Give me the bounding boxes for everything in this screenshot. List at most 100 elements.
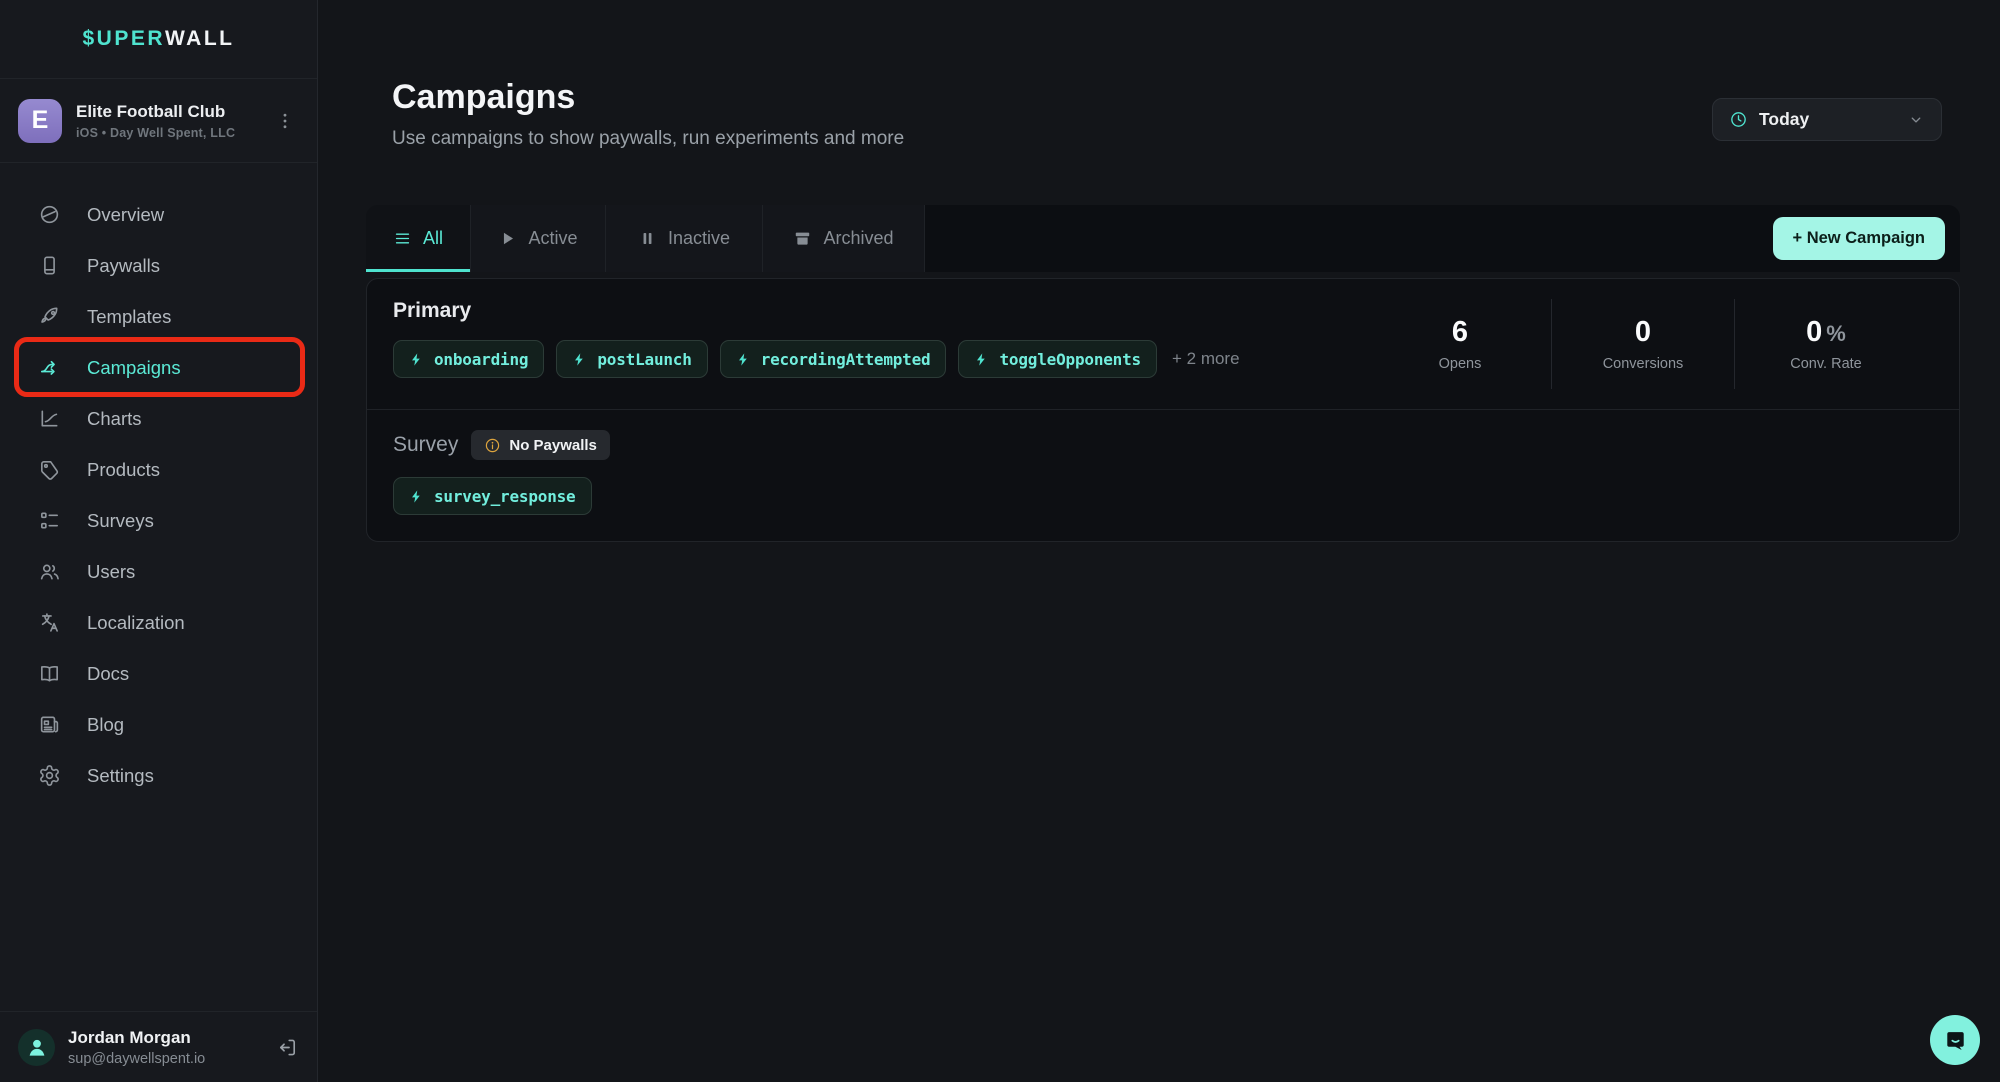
phone-icon — [38, 254, 61, 277]
bolt-icon — [736, 352, 751, 367]
stat-opens: 6 Opens — [1369, 316, 1551, 372]
main-content: Campaigns Use campaigns to show paywalls… — [318, 0, 2000, 1082]
sidebar-item-label: Docs — [87, 663, 129, 685]
campaigns-split-icon — [38, 356, 61, 379]
campaigns-panel: All Active Inactive Archived + New Campa… — [366, 205, 1960, 542]
workspace-name: Elite Football Club — [76, 102, 257, 122]
campaign-row-survey[interactable]: Survey No Paywalls survey_response — [367, 409, 1959, 541]
bolt-icon — [409, 352, 424, 367]
sidebar-item-campaigns[interactable]: Campaigns — [0, 342, 317, 393]
campaign-tags: survey_response — [393, 477, 1933, 515]
tab-all[interactable]: All — [366, 205, 471, 272]
sidebar-item-users[interactable]: Users — [0, 546, 317, 597]
sidebar-item-settings[interactable]: Settings — [0, 750, 317, 801]
sidebar-item-overview[interactable]: Overview — [0, 189, 317, 240]
logo-accent: $UPER — [82, 27, 165, 51]
sidebar-item-label: Surveys — [87, 510, 154, 532]
no-paywalls-badge: No Paywalls — [471, 430, 610, 460]
campaign-list-card: Primary onboarding postLaunch recordingA… — [366, 278, 1960, 542]
tag-icon — [38, 458, 61, 481]
workspace-menu-icon[interactable] — [271, 107, 299, 135]
rocket-icon — [38, 305, 61, 328]
user-email: sup@daywellspent.io — [68, 1051, 263, 1067]
list-icon — [393, 229, 412, 248]
event-tag-label: survey_response — [434, 487, 576, 506]
event-tag: survey_response — [393, 477, 592, 515]
users-icon — [38, 560, 61, 583]
pause-icon — [638, 229, 657, 248]
campaign-row-primary[interactable]: Primary onboarding postLaunch recordingA… — [367, 279, 1959, 409]
chevron-down-icon — [1907, 111, 1925, 129]
chat-icon — [1942, 1027, 1969, 1054]
stat-label: Conv. Rate — [1735, 356, 1917, 372]
overview-icon — [38, 203, 61, 226]
date-range-value: Today — [1759, 109, 1809, 130]
sidebar-item-products[interactable]: Products — [0, 444, 317, 495]
tab-label: All — [423, 228, 443, 249]
campaign-tabs: All Active Inactive Archived + New Campa… — [366, 205, 1960, 272]
event-tag-label: recordingAttempted — [761, 350, 931, 369]
date-range-select[interactable]: Today — [1712, 98, 1942, 141]
stat-conversions: 0 Conversions — [1552, 316, 1734, 372]
gear-icon — [38, 764, 61, 787]
sidebar-item-charts[interactable]: Charts — [0, 393, 317, 444]
campaign-stats: 6 Opens 0 Conversions 0% Conv. Rate — [1369, 299, 1917, 389]
sidebar-item-label: Products — [87, 459, 160, 481]
user-account: Jordan Morgan sup@daywellspent.io — [0, 1011, 317, 1082]
sidebar-item-label: Localization — [87, 612, 185, 634]
tab-label: Archived — [823, 228, 893, 249]
workspace-subtitle: iOS • Day Well Spent, LLC — [76, 126, 257, 140]
bolt-icon — [572, 352, 587, 367]
event-tag-label: postLaunch — [597, 350, 691, 369]
sidebar-item-localization[interactable]: Localization — [0, 597, 317, 648]
stat-conv-rate: 0% Conv. Rate — [1735, 316, 1917, 372]
sidebar-item-paywalls[interactable]: Paywalls — [0, 240, 317, 291]
new-campaign-button[interactable]: + New Campaign — [1773, 217, 1946, 260]
workspace-selector[interactable]: E Elite Football Club iOS • Day Well Spe… — [0, 79, 317, 163]
sidebar-item-label: Templates — [87, 306, 171, 328]
bolt-icon — [409, 489, 424, 504]
sidebar-item-label: Blog — [87, 714, 124, 736]
tab-label: Active — [528, 228, 577, 249]
more-tags-label: + 2 more — [1172, 349, 1240, 369]
event-tag: onboarding — [393, 340, 544, 378]
sidebar-item-label: Settings — [87, 765, 154, 787]
info-icon — [484, 437, 501, 454]
badge-label: No Paywalls — [509, 437, 597, 454]
sidebar-item-templates[interactable]: Templates — [0, 291, 317, 342]
page-subtitle: Use campaigns to show paywalls, run expe… — [392, 128, 904, 150]
tab-archived[interactable]: Archived — [763, 205, 925, 272]
signout-icon[interactable] — [276, 1036, 299, 1059]
chat-widget-button[interactable] — [1930, 1015, 1980, 1065]
translate-icon — [38, 611, 61, 634]
event-tag-label: onboarding — [434, 350, 528, 369]
tab-label: Inactive — [668, 228, 730, 249]
sidebar-item-label: Overview — [87, 204, 164, 226]
tabbar-filler: + New Campaign — [925, 205, 1960, 272]
book-icon — [38, 662, 61, 685]
campaign-name: Survey — [393, 433, 458, 457]
event-tag-label: toggleOpponents — [999, 350, 1141, 369]
superwall-logo: $UPERWALL — [0, 0, 317, 79]
sidebar-item-blog[interactable]: Blog — [0, 699, 317, 750]
percent-suffix: % — [1826, 321, 1846, 346]
newspaper-icon — [38, 713, 61, 736]
user-avatar — [18, 1029, 55, 1066]
sidebar-item-label: Paywalls — [87, 255, 160, 277]
checklist-icon — [38, 509, 61, 532]
sidebar-nav: Overview Paywalls Templates Campaigns Ch… — [0, 163, 317, 1011]
clock-icon — [1729, 110, 1748, 129]
user-name: Jordan Morgan — [68, 1028, 263, 1048]
sidebar-item-docs[interactable]: Docs — [0, 648, 317, 699]
stat-label: Opens — [1369, 356, 1551, 372]
stat-value: 0% — [1735, 316, 1917, 349]
tab-active[interactable]: Active — [471, 205, 606, 272]
event-tag: toggleOpponents — [958, 340, 1157, 378]
archive-icon — [793, 229, 812, 248]
page-title: Campaigns — [392, 78, 575, 117]
chart-icon — [38, 407, 61, 430]
tab-inactive[interactable]: Inactive — [606, 205, 763, 272]
workspace-avatar: E — [18, 99, 62, 143]
sidebar-item-surveys[interactable]: Surveys — [0, 495, 317, 546]
sidebar-item-label: Users — [87, 561, 135, 583]
